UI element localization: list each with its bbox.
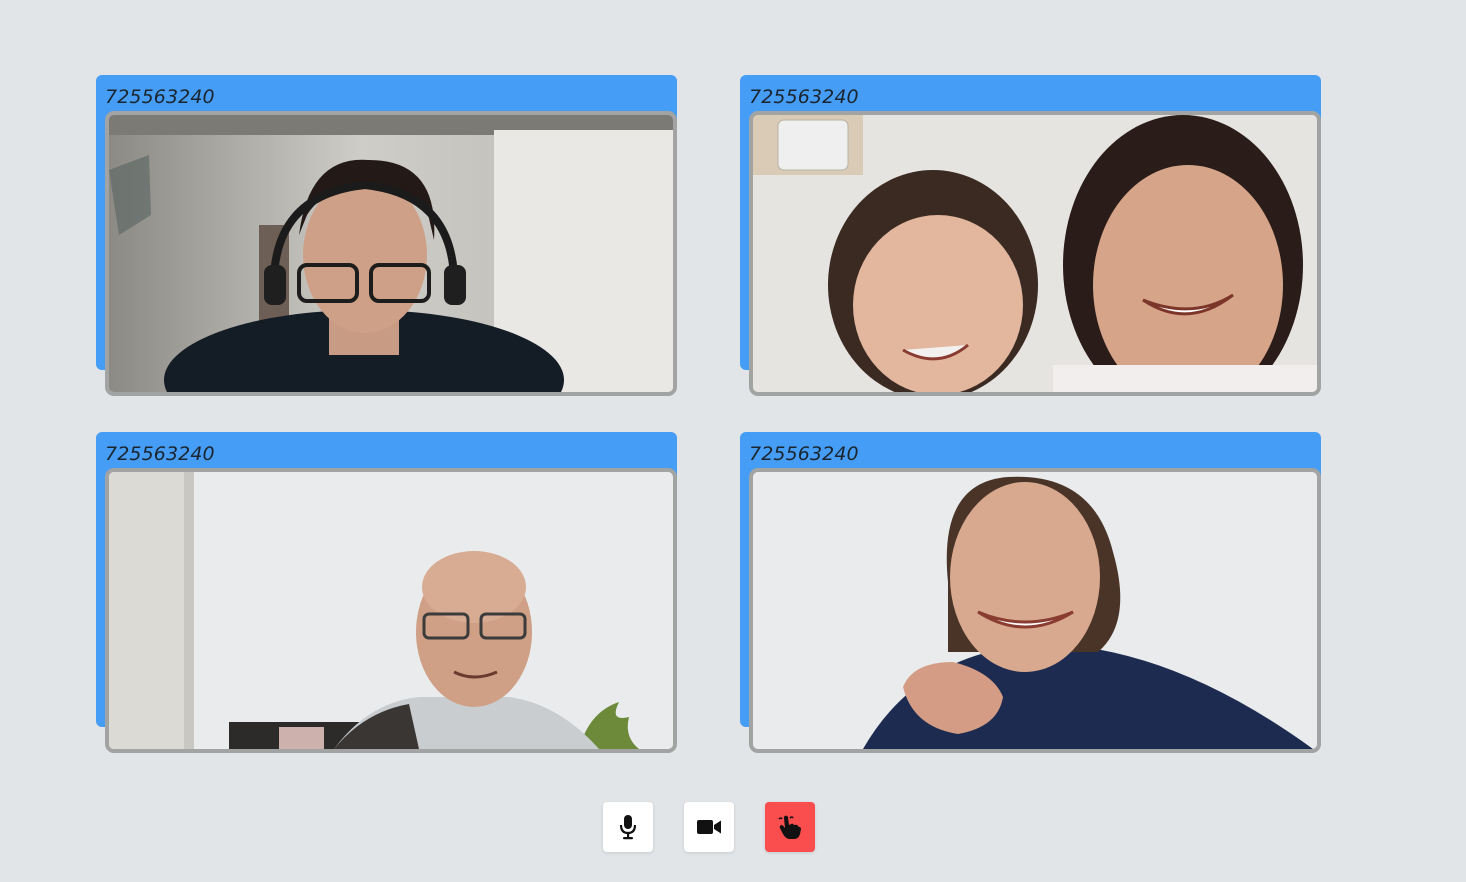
participant-tile[interactable]: 725563240 (740, 432, 1330, 762)
video-feed-image (753, 115, 1317, 392)
camera-button[interactable] (684, 802, 734, 852)
video-camera-icon (697, 820, 721, 834)
participant-video[interactable] (105, 111, 677, 396)
video-feed-image (109, 472, 673, 749)
participant-id-label: 725563240 (105, 86, 215, 108)
raised-hand-icon (778, 815, 801, 839)
video-feed-image (753, 472, 1317, 749)
participant-id-label: 725563240 (749, 86, 859, 108)
video-feed-image (109, 115, 673, 392)
participant-tile[interactable]: 725563240 (96, 432, 686, 762)
participant-id-label: 725563240 (749, 443, 859, 465)
participant-id-label: 725563240 (105, 443, 215, 465)
participant-tile[interactable]: 725563240 (96, 75, 686, 405)
participant-tile[interactable]: 725563240 (740, 75, 1330, 405)
video-call-stage: 725563240 725563240 725563240 725563240 (0, 0, 1466, 882)
microphone-button[interactable] (603, 802, 653, 852)
microphone-icon (619, 815, 637, 840)
participant-video[interactable] (105, 468, 677, 753)
participant-video[interactable] (749, 468, 1321, 753)
call-controls (603, 802, 815, 852)
raise-hand-button[interactable] (765, 802, 815, 852)
participant-video[interactable] (749, 111, 1321, 396)
